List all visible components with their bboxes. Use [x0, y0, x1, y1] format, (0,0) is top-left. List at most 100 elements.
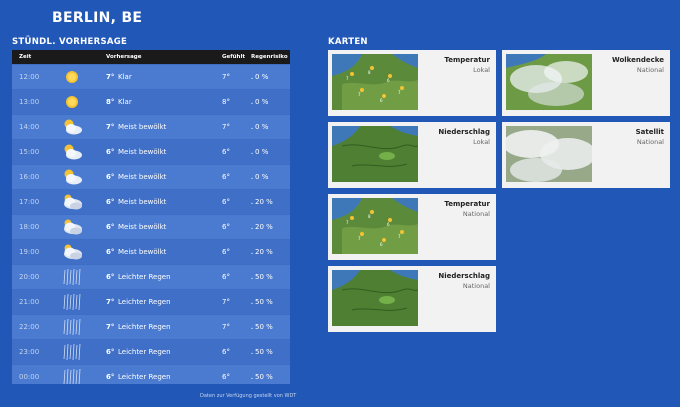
row-time: 23:00: [19, 348, 40, 356]
row-rain-chance: 💧︎ 0 %: [251, 73, 268, 81]
map-card-temperature-local[interactable]: 786767 Temperatur Lokal: [328, 50, 496, 116]
row-temperature: 6°: [106, 173, 115, 181]
row-rain-chance: 💧︎ 50 %: [251, 273, 273, 281]
row-time: 20:00: [19, 273, 40, 281]
row-feels-like: 6°: [222, 348, 230, 356]
raindrop-icon: 💧︎: [251, 75, 254, 81]
row-condition: Leichter Regen: [118, 323, 171, 331]
rain-icon: [60, 318, 84, 336]
row-time: 16:00: [19, 173, 40, 181]
data-source-footer: Daten zur Verfügung gestellt von WDT: [200, 393, 297, 399]
row-feels-like: 7°: [222, 298, 230, 306]
row-rain-chance: 💧︎ 0 %: [251, 123, 268, 131]
row-feels-like: 6°: [222, 173, 230, 181]
rain-icon: [60, 268, 84, 286]
table-row: 16:00 6° Meist bewölkt 6° 💧︎ 0 %: [12, 164, 290, 189]
header-rain: Regenrisiko: [251, 54, 288, 60]
table-row: 00:00 6° Leichter Regen 6° 💧︎ 50 %: [12, 364, 290, 384]
cloud-icon: [60, 143, 84, 161]
row-feels-like: 7°: [222, 123, 230, 131]
table-row: 13:00 8° Klar 8° 💧︎ 0 %: [12, 89, 290, 114]
row-condition: Meist bewölkt: [118, 223, 167, 231]
row-condition: Meist bewölkt: [118, 173, 167, 181]
rain-value: 50 %: [255, 298, 273, 306]
table-row: 17:00 6° Meist bewölkt 6° 💧︎ 20 %: [12, 189, 290, 214]
row-temperature: 6°: [106, 273, 115, 281]
header-time: Zeit: [19, 54, 32, 60]
map-thumbnail: [332, 270, 418, 326]
map-card-subtitle: National: [636, 66, 664, 74]
sun-icon: [60, 93, 84, 111]
map-card-subtitle: National: [636, 138, 664, 146]
row-temperature: 7°: [106, 73, 115, 81]
row-temperature: 6°: [106, 223, 115, 231]
table-row: 22:00 7° Leichter Regen 7° 💧︎ 50 %: [12, 314, 290, 339]
row-feels-like: 6°: [222, 273, 230, 281]
row-condition: Meist bewölkt: [118, 123, 167, 131]
row-time: 19:00: [19, 248, 40, 256]
row-rain-chance: 💧︎ 0 %: [251, 173, 268, 181]
map-card-subtitle: National: [462, 210, 490, 218]
map-card-cloud-cover-national[interactable]: Wolkendecke National: [502, 50, 670, 116]
cloud-icon: [60, 243, 84, 261]
raindrop-icon: 💧︎: [251, 375, 254, 381]
row-temperature: 6°: [106, 373, 115, 381]
row-condition: Klar: [118, 98, 132, 106]
map-card-subtitle: Lokal: [473, 138, 490, 146]
row-condition: Leichter Regen: [118, 298, 171, 306]
row-time: 17:00: [19, 198, 40, 206]
map-card-satellite-national[interactable]: Satellit National: [502, 122, 670, 188]
rain-icon: [60, 293, 84, 311]
cloud-icon: [60, 168, 84, 186]
row-time: 22:00: [19, 323, 40, 331]
row-feels-like: 6°: [222, 148, 230, 156]
row-rain-chance: 💧︎ 50 %: [251, 298, 273, 306]
rain-value: 0 %: [255, 73, 269, 81]
map-card-title: Satellit: [635, 128, 664, 136]
table-row: 21:00 7° Leichter Regen 7° 💧︎ 50 %: [12, 289, 290, 314]
row-condition: Leichter Regen: [118, 273, 171, 281]
raindrop-icon: 💧︎: [251, 200, 254, 206]
hourly-forecast-title: STÜNDL. VORHERSAGE: [12, 37, 128, 47]
map-card-title: Niederschlag: [438, 128, 490, 136]
row-time: 15:00: [19, 148, 40, 156]
raindrop-icon: 💧︎: [251, 225, 254, 231]
location-title: BERLIN, BE: [52, 10, 143, 26]
row-time: 18:00: [19, 223, 40, 231]
map-thumbnail: 786767: [332, 198, 418, 254]
map-thumbnail: [506, 126, 592, 182]
rain-value: 20 %: [255, 198, 273, 206]
maps-title: KARTEN: [328, 37, 368, 47]
raindrop-icon: 💧︎: [251, 300, 254, 306]
rain-icon: [60, 343, 84, 361]
cloud-icon: [60, 118, 84, 136]
row-temperature: 8°: [106, 98, 115, 106]
table-row: 18:00 6° Meist bewölkt 6° 💧︎ 20 %: [12, 214, 290, 239]
row-temperature: 7°: [106, 323, 115, 331]
map-thumbnail: [506, 54, 592, 110]
map-card-precipitation-local[interactable]: Niederschlag Lokal: [328, 122, 496, 188]
map-card-temperature-national[interactable]: 786767 Temperatur National: [328, 194, 496, 260]
rain-value: 50 %: [255, 323, 273, 331]
row-temperature: 6°: [106, 148, 115, 156]
rain-value: 50 %: [255, 373, 273, 381]
map-card-subtitle: National: [462, 282, 490, 290]
hourly-forecast-table[interactable]: Zeit Vorhersage Gefühlt Regenrisiko 12:0…: [12, 50, 290, 384]
row-temperature: 7°: [106, 123, 115, 131]
table-row: 23:00 6° Leichter Regen 6° 💧︎ 50 %: [12, 339, 290, 364]
row-time: 13:00: [19, 98, 40, 106]
row-rain-chance: 💧︎ 20 %: [251, 198, 273, 206]
table-row: 15:00 6° Meist bewölkt 6° 💧︎ 0 %: [12, 139, 290, 164]
table-row: 14:00 7° Meist bewölkt 7° 💧︎ 0 %: [12, 114, 290, 139]
row-temperature: 6°: [106, 248, 115, 256]
row-feels-like: 6°: [222, 223, 230, 231]
map-card-precipitation-national[interactable]: Niederschlag National: [328, 266, 496, 332]
map-card-title: Temperatur: [444, 200, 490, 208]
table-row: 12:00 7° Klar 7° 💧︎ 0 %: [12, 64, 290, 89]
row-time: 12:00: [19, 73, 40, 81]
sun-icon: [60, 68, 84, 86]
row-condition: Leichter Regen: [118, 373, 171, 381]
raindrop-icon: 💧︎: [251, 175, 254, 181]
row-feels-like: 7°: [222, 323, 230, 331]
row-rain-chance: 💧︎ 20 %: [251, 223, 273, 231]
